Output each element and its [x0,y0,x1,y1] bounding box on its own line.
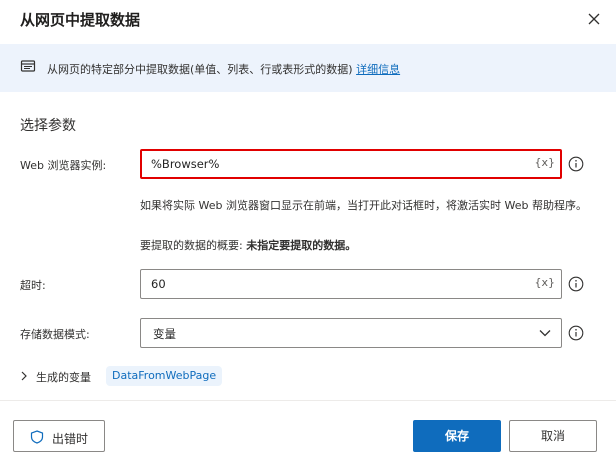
timeout-value: 60 [151,277,166,291]
info-icon[interactable] [568,325,584,341]
dialog-title: 从网页中提取数据 [20,11,141,29]
info-icon[interactable] [568,156,584,172]
summary-value: 未指定要提取的数据。 [246,239,357,252]
variable-chip[interactable]: DataFromWebPage [106,366,223,386]
generated-variables-label: 生成的变量 [36,371,91,384]
save-button[interactable]: 保存 [413,420,501,452]
on-error-label: 出错时 [52,432,89,446]
cancel-button[interactable]: 取消 [509,420,597,452]
on-error-button[interactable]: 出错时 [13,420,105,452]
chevron-right-icon [21,371,27,381]
summary-label: 要提取的数据的概要: [140,239,243,252]
chevron-down-icon [539,330,551,337]
extraction-summary: 要提取的数据的概要: 未指定要提取的数据。 [140,237,356,253]
close-icon[interactable] [584,9,604,29]
storage-mode-value: 变量 [153,327,176,341]
info-icon[interactable] [568,276,584,292]
timeout-input[interactable]: 60 {x} [140,269,562,299]
info-banner: 从网页的特定部分中提取数据(单值、列表、行或表形式的数据) 详细信息 [0,44,616,92]
document-icon [20,60,36,72]
variable-picker-icon[interactable]: {x} [534,276,555,289]
storage-mode-label: 存储数据模式: [20,328,90,341]
timeout-label: 超时: [20,279,46,292]
browser-instance-input[interactable]: %Browser% {x} [140,149,562,179]
browser-help-text: 如果将实际 Web 浏览器窗口显示在前端，当打开此对话框时，将激活实时 Web … [140,199,587,212]
variable-picker-icon[interactable]: {x} [534,156,555,169]
shield-icon [30,430,44,444]
learn-more-link[interactable]: 详细信息 [356,63,400,76]
banner-text: 从网页的特定部分中提取数据(单值、列表、行或表形式的数据) [47,63,353,76]
browser-instance-label: Web 浏览器实例: [20,159,107,172]
storage-mode-dropdown[interactable]: 变量 [140,318,562,348]
footer-divider [0,400,616,401]
section-title: 选择参数 [20,118,76,134]
browser-instance-value: %Browser% [151,157,220,171]
